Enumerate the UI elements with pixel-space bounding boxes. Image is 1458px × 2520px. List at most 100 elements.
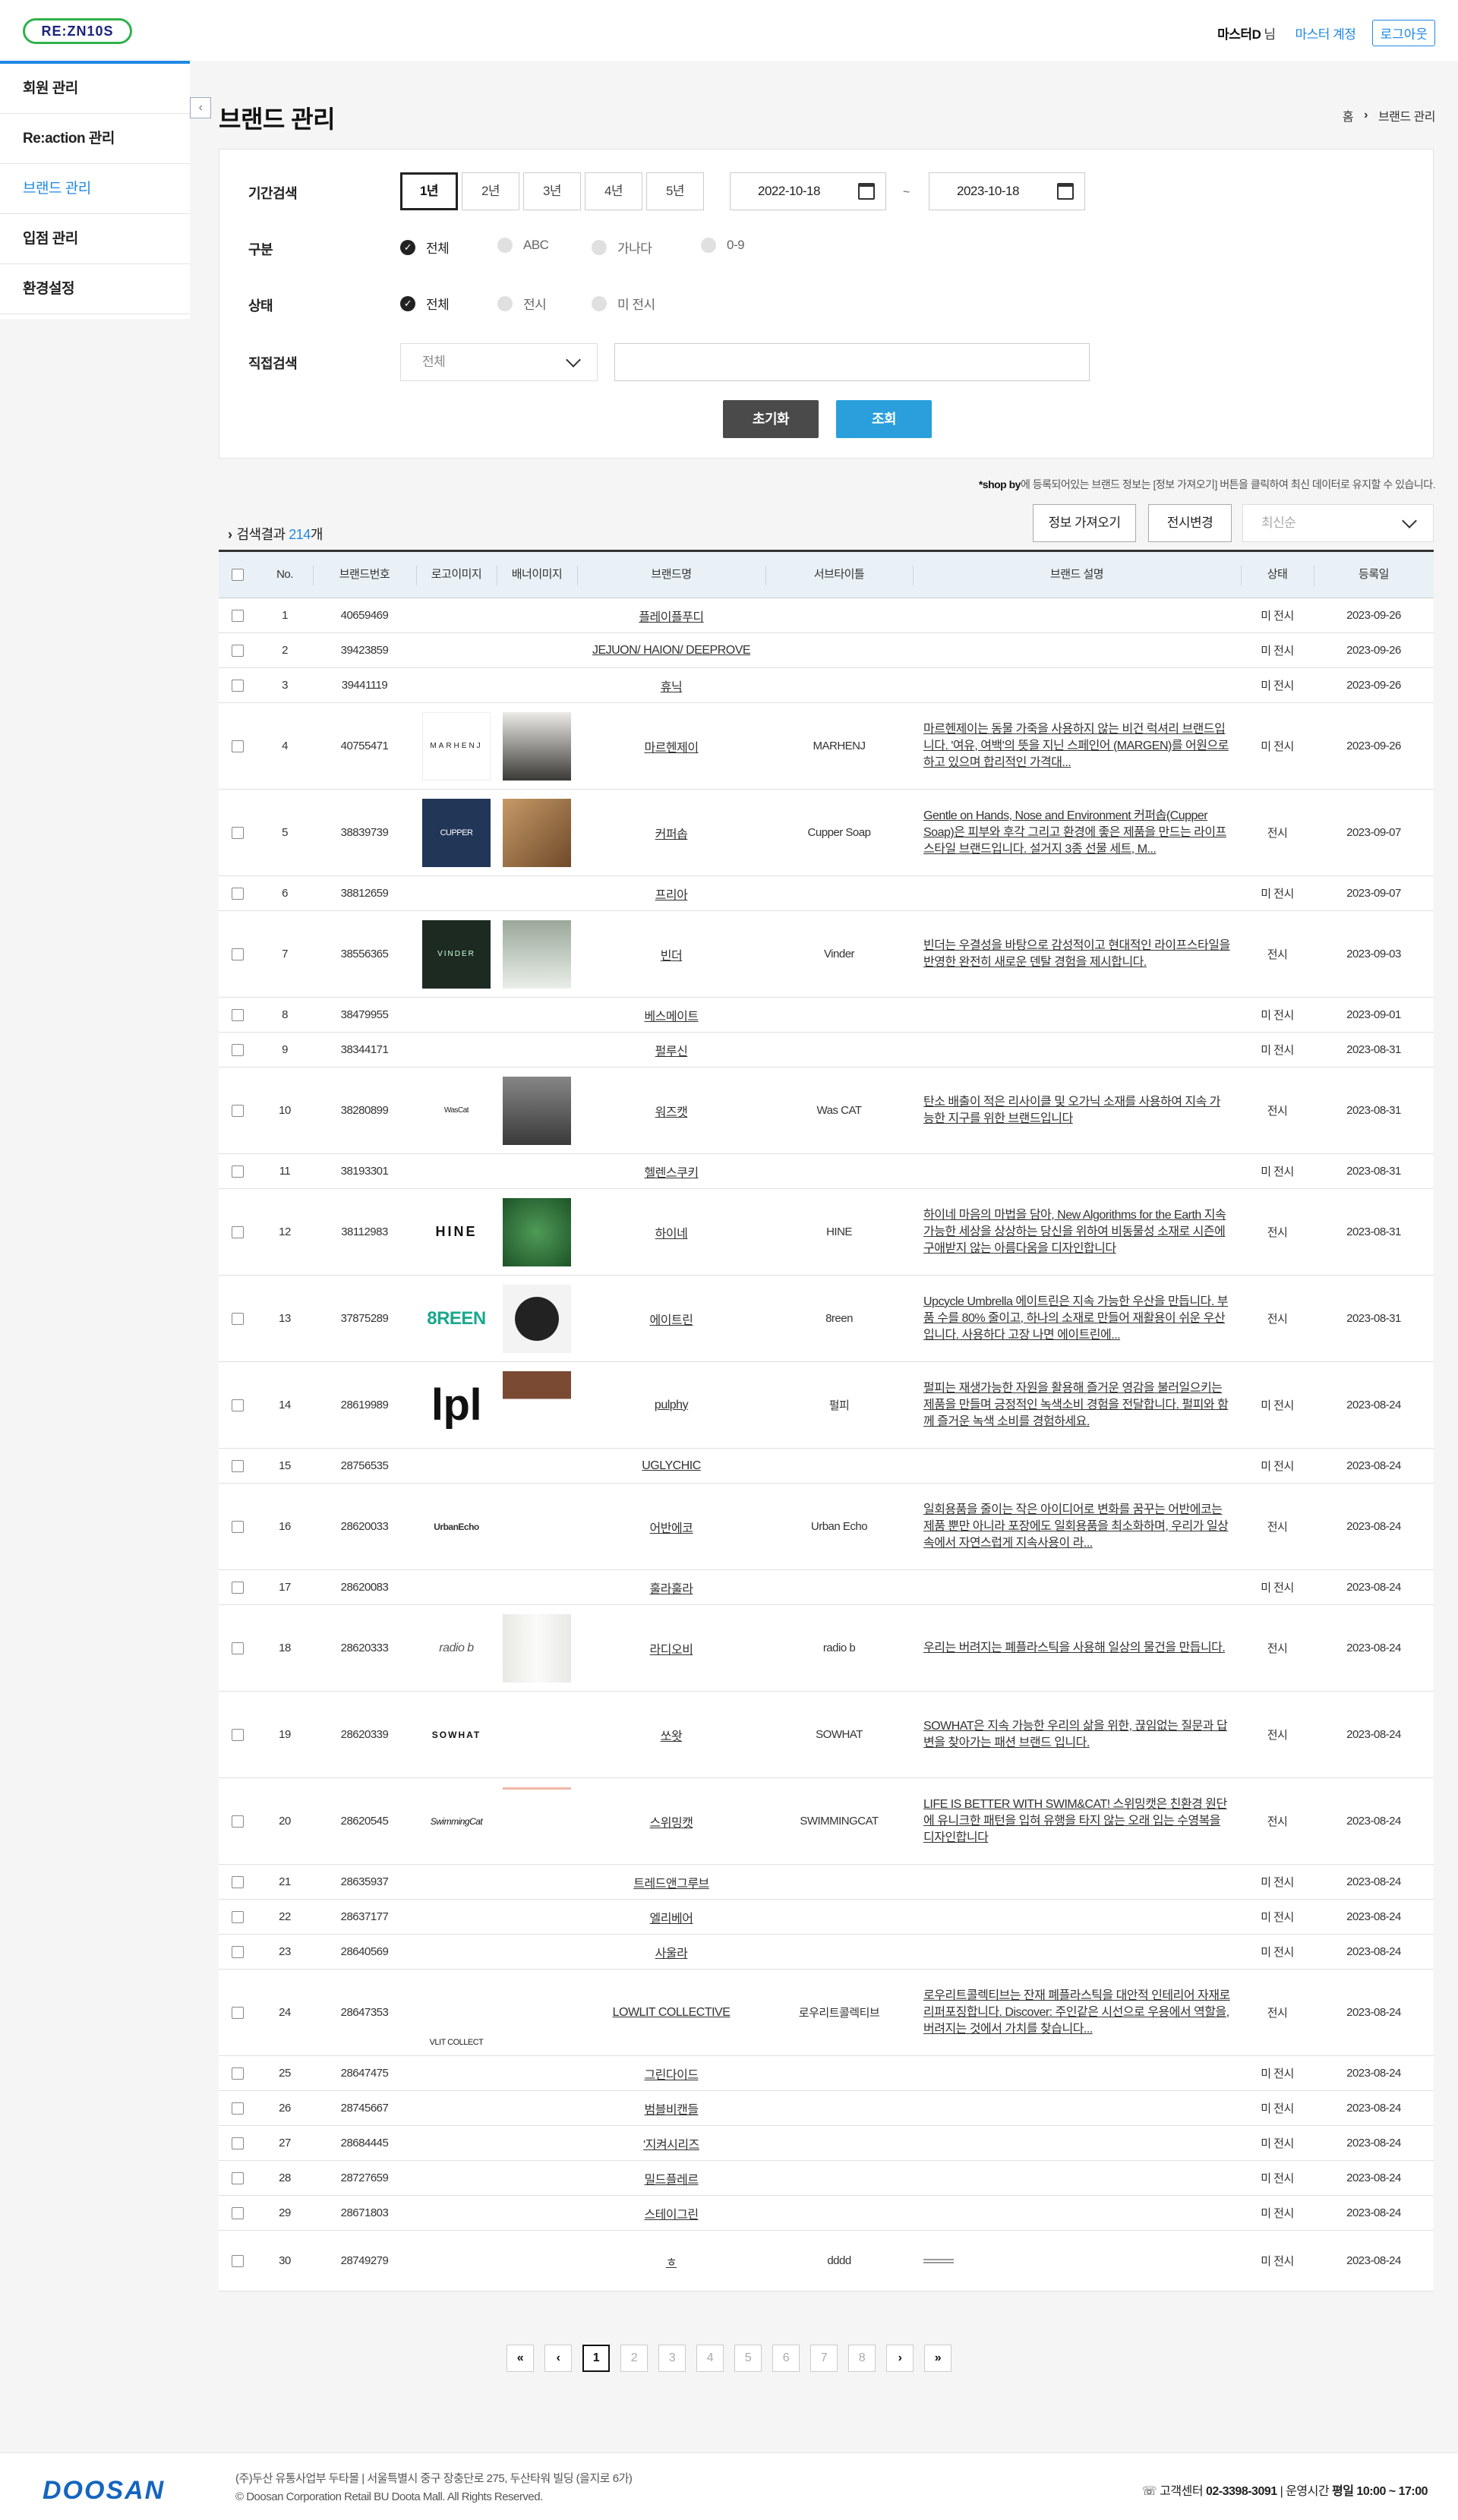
cell-name-col[interactable]: 엘리베어 [577, 1900, 765, 1934]
row-checkbox[interactable] [232, 2006, 244, 2019]
status-radio-hidden[interactable]: 미 전시 [592, 294, 655, 313]
prev-page-button[interactable]: ‹ [544, 2345, 572, 2372]
page-button-3[interactable]: 3 [658, 2345, 686, 2372]
row-checkbox-cell[interactable] [219, 2161, 257, 2195]
status-radio-display[interactable]: 전시 [497, 294, 547, 313]
row-checkbox-cell[interactable] [219, 876, 257, 910]
search-type-select[interactable]: 전체 [400, 343, 598, 381]
row-checkbox-cell[interactable] [219, 1935, 257, 1969]
cell-name[interactable]: 펄루신 [655, 1041, 688, 1059]
period-2y-button[interactable]: 2년 [462, 172, 519, 210]
cell-name-col[interactable]: UGLYCHIC [577, 1449, 765, 1483]
cell-name[interactable]: 프리아 [655, 885, 688, 903]
cell-name-col[interactable]: LOWLIT COLLECTIVE [577, 1970, 765, 2055]
category-radio-abc[interactable]: ABC [497, 238, 549, 253]
row-checkbox-cell[interactable] [219, 2196, 257, 2230]
cell-name[interactable]: UGLYCHIC [642, 1459, 701, 1473]
row-checkbox[interactable] [232, 1104, 244, 1117]
row-checkbox-cell[interactable] [219, 790, 257, 875]
row-checkbox[interactable] [232, 644, 244, 657]
row-checkbox[interactable] [232, 2102, 244, 2115]
row-checkbox-cell[interactable] [219, 1692, 257, 1777]
cell-name-col[interactable]: 스위밍캣 [577, 1778, 765, 1864]
cell-name[interactable]: 사울라 [655, 1943, 688, 1961]
row-checkbox[interactable] [232, 1642, 244, 1654]
row-checkbox-cell[interactable] [219, 633, 257, 667]
row-checkbox-cell[interactable] [219, 2231, 257, 2291]
row-checkbox-cell[interactable] [219, 1570, 257, 1604]
row-checkbox[interactable] [232, 1728, 244, 1741]
row-checkbox-cell[interactable] [219, 911, 257, 997]
cell-name[interactable]: 범블비캔들 [644, 2099, 699, 2118]
period-5y-button[interactable]: 5년 [646, 172, 704, 210]
cell-name-col[interactable]: 휴닉 [577, 668, 765, 702]
sidebar-item-settings[interactable]: 환경설정 [0, 264, 190, 314]
period-4y-button[interactable]: 4년 [585, 172, 642, 210]
row-checkbox-cell[interactable] [219, 1276, 257, 1361]
row-checkbox[interactable] [232, 2067, 244, 2080]
cell-name-col[interactable]: JEJUON/ HAION/ DEEPROVE [577, 633, 765, 667]
cell-name[interactable]: 그린다이드 [644, 2064, 699, 2083]
cell-name[interactable]: pulphy [655, 1399, 689, 1412]
master-account-link[interactable]: 마스터 계정 [1295, 24, 1356, 43]
row-checkbox[interactable] [232, 2254, 244, 2267]
cell-name-col[interactable]: 에이트린 [577, 1276, 765, 1361]
row-checkbox[interactable] [232, 2137, 244, 2149]
reset-button[interactable]: 초기화 [723, 400, 819, 438]
calendar-icon[interactable] [1057, 183, 1074, 200]
cell-name-col[interactable]: 쏘왓 [577, 1692, 765, 1777]
display-change-button[interactable]: 전시변경 [1148, 504, 1232, 542]
row-checkbox[interactable] [232, 1459, 244, 1472]
cell-name[interactable]: 어반에코 [650, 1518, 693, 1536]
cell-name-col[interactable]: 프리아 [577, 876, 765, 910]
search-input[interactable] [614, 343, 1090, 381]
row-checkbox[interactable] [232, 1043, 244, 1056]
calendar-icon[interactable] [858, 183, 875, 200]
sidebar-item-reaction[interactable]: Re:action 관리 [0, 114, 190, 164]
row-checkbox[interactable] [232, 1008, 244, 1021]
rezn10s-logo[interactable]: RE:ZN10S [23, 18, 132, 44]
cell-name[interactable]: 마르헨제이 [644, 737, 699, 755]
row-checkbox-cell[interactable] [219, 1900, 257, 1934]
cell-name-col[interactable]: 커퍼솝 [577, 790, 765, 875]
cell-name[interactable]: 훌라훌라 [650, 1579, 693, 1597]
cell-name[interactable]: 플레이플푸디 [639, 607, 704, 625]
row-checkbox-cell[interactable] [219, 1154, 257, 1188]
cell-name[interactable]: 쏘왓 [661, 1726, 683, 1744]
row-checkbox-cell[interactable] [219, 1484, 257, 1569]
cell-name-col[interactable]: 빈더 [577, 911, 765, 997]
cell-name[interactable]: 빈더 [661, 945, 683, 964]
cell-name[interactable]: 밀드플레르 [644, 2169, 699, 2187]
row-checkbox-cell[interactable] [219, 1189, 257, 1275]
query-button[interactable]: 조회 [836, 400, 932, 438]
cell-name[interactable]: 엘리베어 [650, 1908, 693, 1926]
cell-name-col[interactable]: ㅎ [577, 2231, 765, 2291]
row-checkbox-cell[interactable] [219, 2056, 257, 2090]
cell-name[interactable]: 헬렌스쿠키 [644, 1162, 699, 1181]
cell-name[interactable]: '지켜시리즈 [643, 2134, 699, 2153]
page-button-7[interactable]: 7 [810, 2345, 838, 2372]
row-checkbox[interactable] [232, 2171, 244, 2184]
row-checkbox-cell[interactable] [219, 998, 257, 1032]
category-radio-all[interactable]: ✓ 전체 [400, 238, 450, 257]
row-checkbox-cell[interactable] [219, 598, 257, 632]
cell-name-col[interactable]: 플레이플푸디 [577, 598, 765, 632]
cell-name-col[interactable]: 그린다이드 [577, 2056, 765, 2090]
row-checkbox[interactable] [232, 1312, 244, 1325]
row-checkbox-cell[interactable] [219, 1068, 257, 1153]
cell-name-col[interactable]: 밀드플레르 [577, 2161, 765, 2195]
row-checkbox[interactable] [232, 1910, 244, 1923]
status-radio-all[interactable]: ✓ 전체 [400, 294, 450, 313]
page-button-1[interactable]: 1 [582, 2345, 610, 2372]
sidebar-collapse-button[interactable]: ‹ [190, 97, 211, 118]
cell-name-col[interactable]: pulphy [577, 1362, 765, 1448]
row-checkbox-cell[interactable] [219, 1778, 257, 1864]
category-radio-ganada[interactable]: 가나다 [592, 238, 652, 257]
select-all-checkbox[interactable] [219, 552, 257, 598]
cell-name-col[interactable]: 워즈캣 [577, 1068, 765, 1153]
row-checkbox[interactable] [232, 1399, 244, 1411]
cell-name-col[interactable]: 헬렌스쿠키 [577, 1154, 765, 1188]
checkbox-icon[interactable] [232, 569, 244, 581]
row-checkbox[interactable] [232, 2206, 244, 2219]
sidebar-item-members[interactable]: 회원 관리 [0, 64, 190, 114]
